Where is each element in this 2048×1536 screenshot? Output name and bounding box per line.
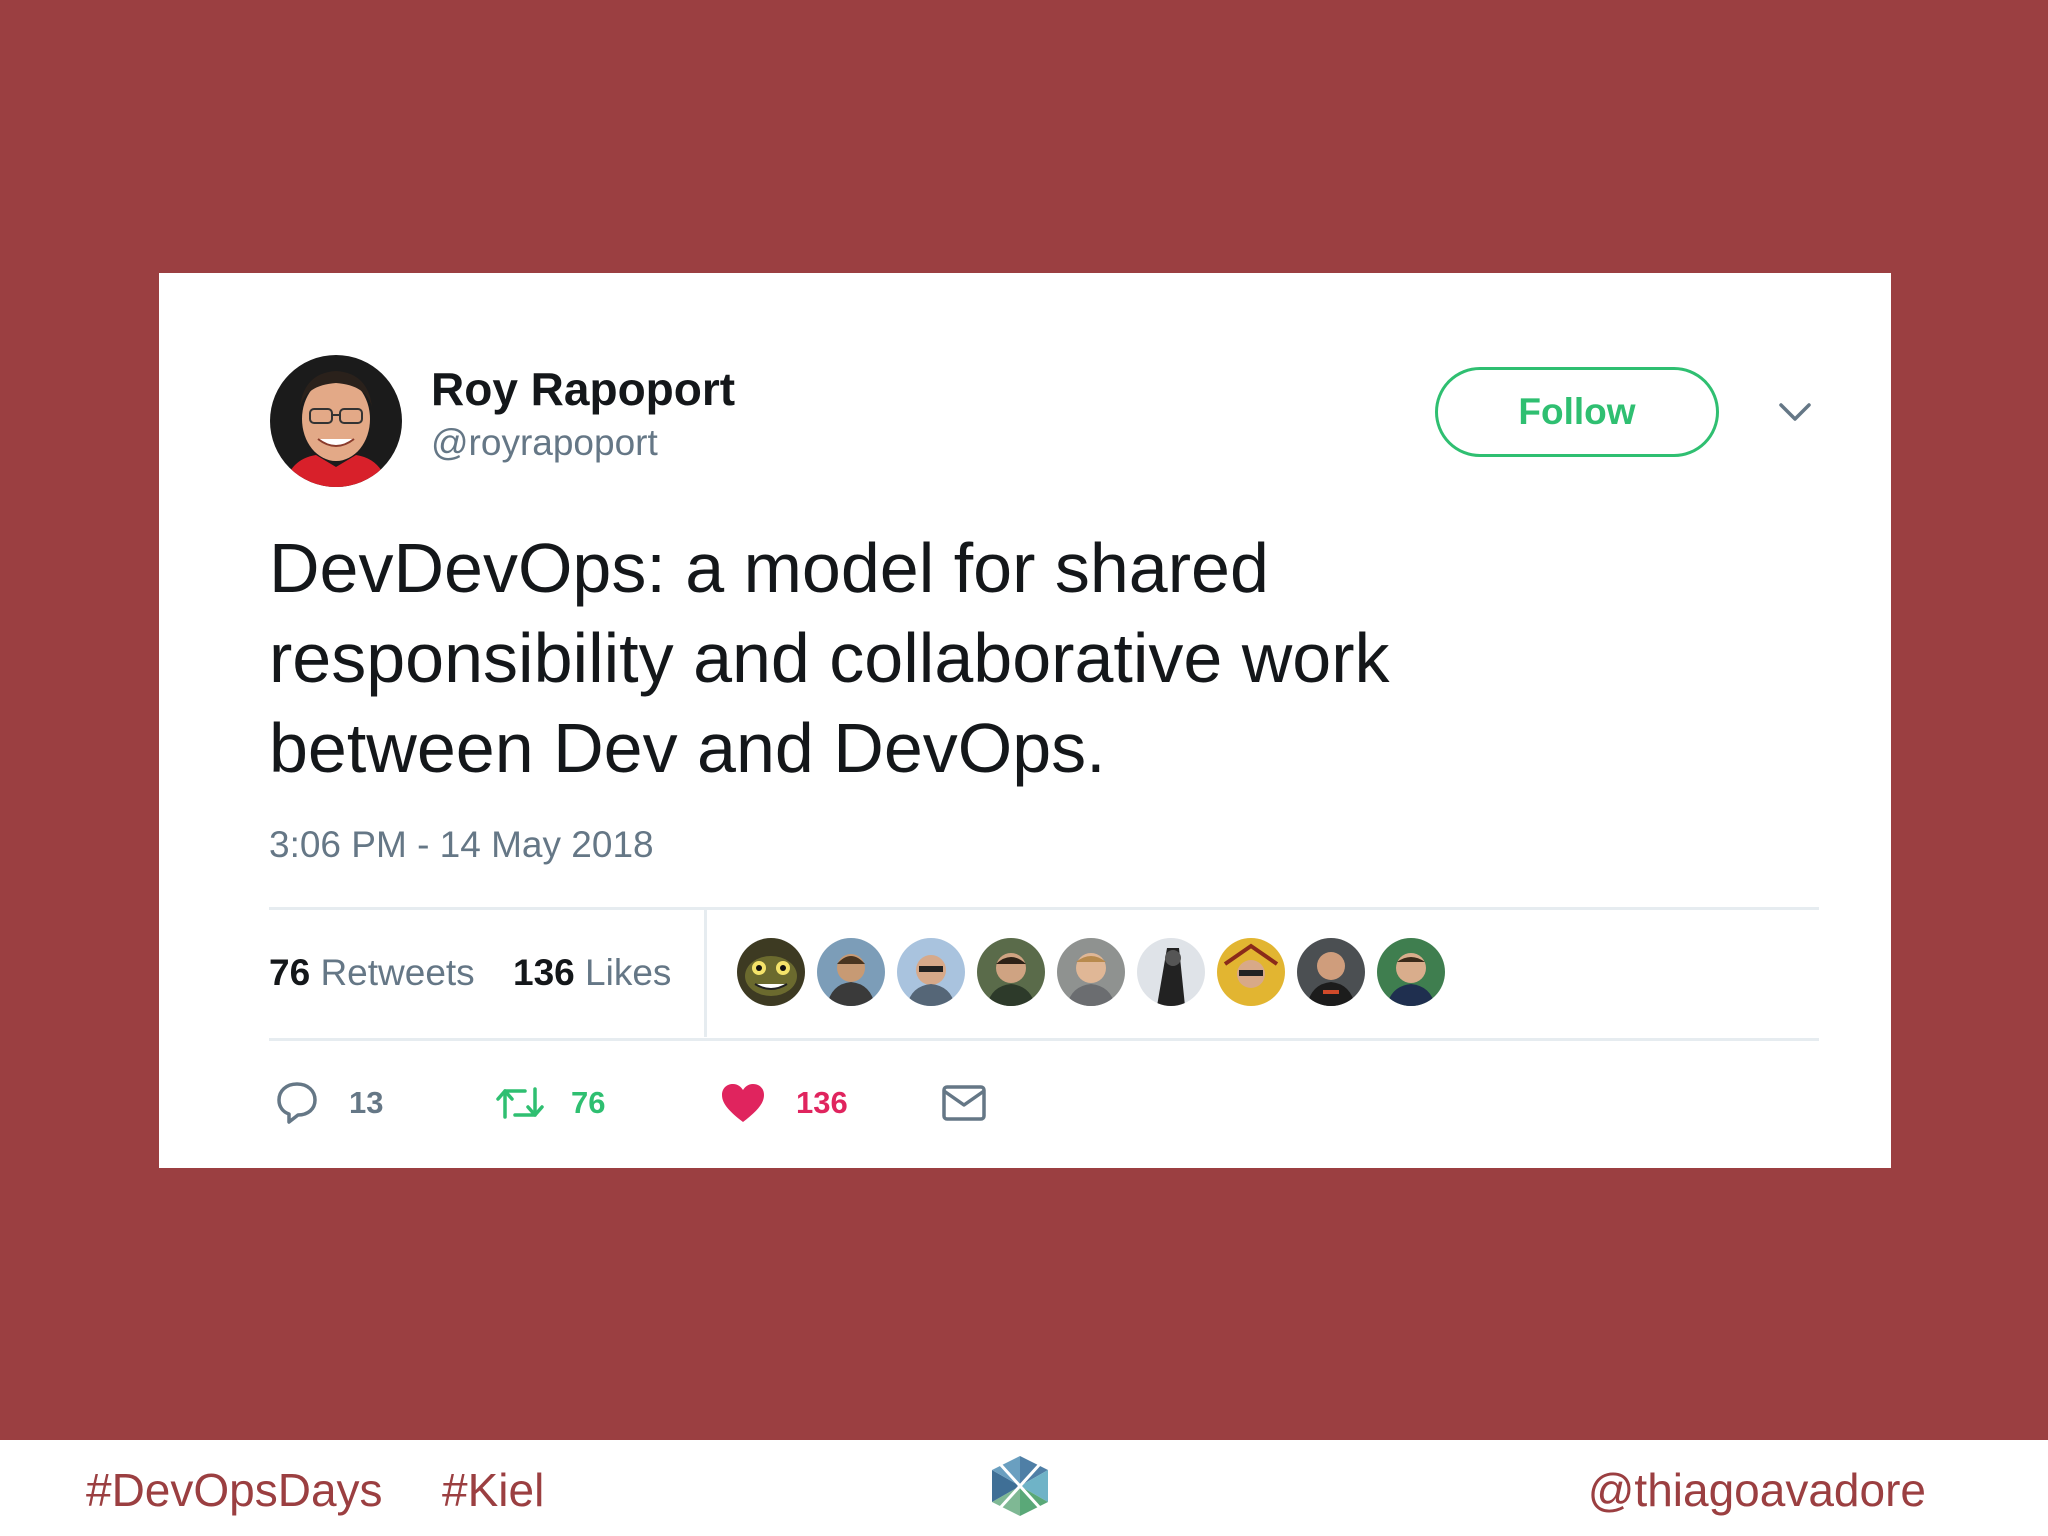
- liker-avatar[interactable]: [1057, 938, 1125, 1006]
- retweets-stat[interactable]: 76 Retweets: [269, 951, 475, 995]
- tweet-card: Roy Rapoport @royrapoport Follow DevDevO…: [159, 273, 1891, 1168]
- liker-avatar[interactable]: [1377, 938, 1445, 1006]
- likes-stat[interactable]: 136 Likes: [513, 951, 671, 995]
- liker-avatar[interactable]: [977, 938, 1045, 1006]
- stats-vertical-divider: [704, 909, 707, 1037]
- follow-button[interactable]: Follow: [1435, 367, 1719, 457]
- footer-hashtag-kiel: #Kiel: [442, 1464, 545, 1516]
- footer-twitter-handle: @thiagoavadore: [1587, 1464, 1926, 1516]
- like-action[interactable]: 136: [720, 1078, 848, 1128]
- likes-stat-label: Likes: [585, 952, 672, 993]
- retweets-stat-count: 76: [269, 952, 311, 993]
- stats-top-divider: [269, 907, 1819, 910]
- retweet-count: 76: [571, 1085, 606, 1120]
- retweet-action[interactable]: 76: [495, 1078, 605, 1128]
- liker-avatar[interactable]: [897, 938, 965, 1006]
- devopsdays-logo-icon: [986, 1452, 1054, 1520]
- chevron-down-icon[interactable]: [1775, 393, 1815, 433]
- reply-count: 13: [349, 1085, 384, 1120]
- author-avatar[interactable]: [270, 355, 402, 487]
- reply-action[interactable]: 13: [275, 1078, 383, 1128]
- retweets-stat-label: Retweets: [320, 952, 475, 993]
- tweet-timestamp[interactable]: 3:06 PM - 14 May 2018: [269, 823, 654, 867]
- follow-button-label: Follow: [1518, 391, 1636, 432]
- retweet-icon: [496, 1087, 544, 1119]
- liker-avatar[interactable]: [1217, 938, 1285, 1006]
- like-count: 136: [796, 1085, 848, 1120]
- likes-stat-count: 136: [513, 952, 575, 993]
- liker-avatar[interactable]: [1297, 938, 1365, 1006]
- tweet-text: DevDevOps: a model for shared responsibi…: [269, 529, 1390, 787]
- direct-message-action[interactable]: [941, 1078, 987, 1128]
- envelope-icon: [942, 1085, 986, 1121]
- reply-icon: [277, 1082, 317, 1124]
- liker-avatar[interactable]: [737, 938, 805, 1006]
- author-display-name[interactable]: Roy Rapoport: [431, 361, 735, 417]
- liker-avatar[interactable]: [1137, 938, 1205, 1006]
- footer-hashtag-devopsdays: #DevOpsDays: [86, 1464, 383, 1516]
- heart-icon: [722, 1084, 764, 1122]
- liker-avatar[interactable]: [817, 938, 885, 1006]
- author-screen-name[interactable]: @royrapoport: [431, 421, 658, 465]
- stats-bottom-divider: [269, 1038, 1819, 1041]
